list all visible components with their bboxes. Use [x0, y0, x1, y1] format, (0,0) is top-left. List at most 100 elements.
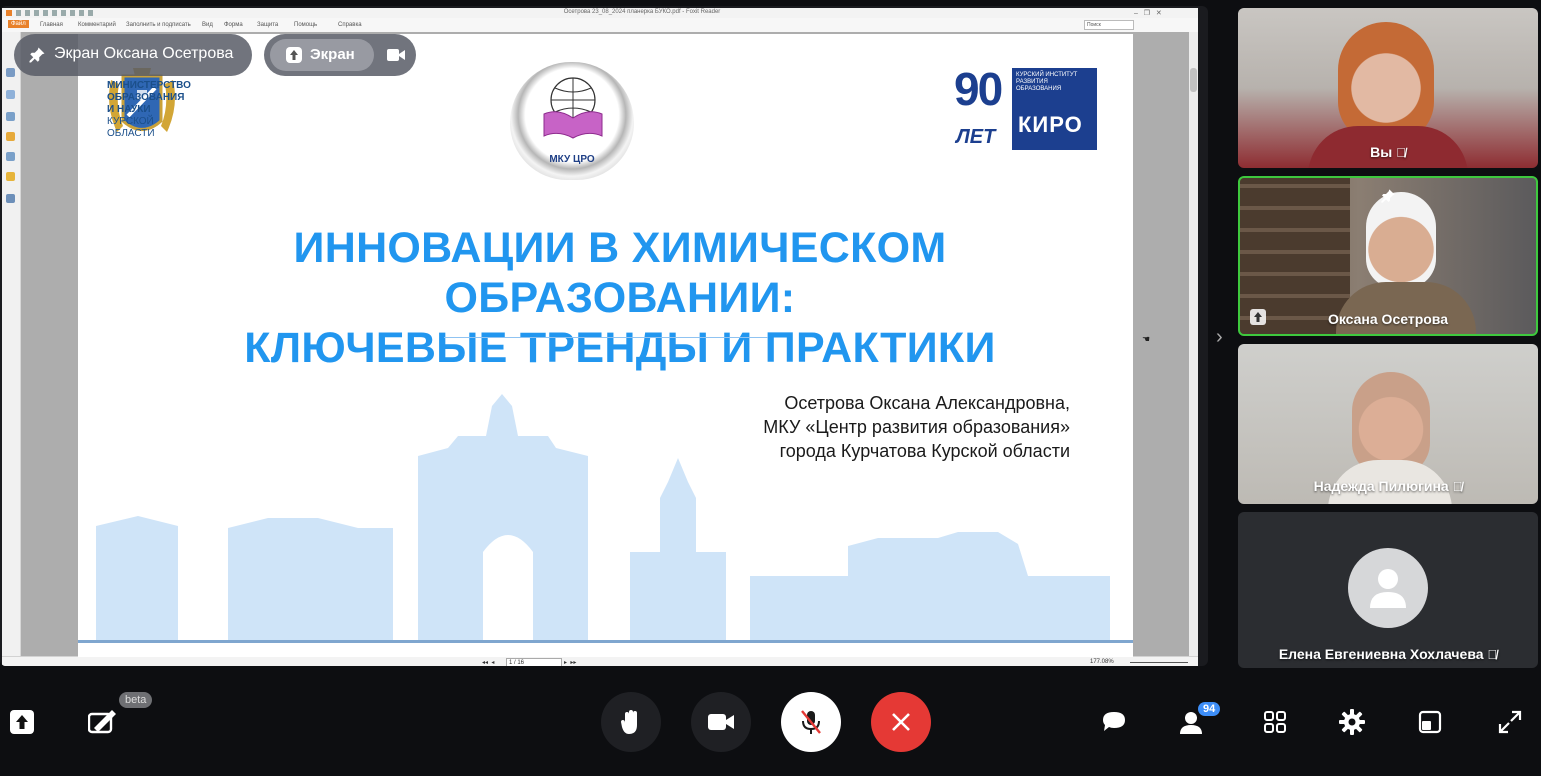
search-input[interactable]: Поиск: [1084, 20, 1134, 30]
ministry-line-2: ОБРАЗОВАНИЯ: [107, 92, 185, 103]
region-line-2: ОБЛАСТИ: [107, 128, 155, 139]
author-location: города Курчатова Курской области: [779, 441, 1070, 461]
participant-video-body: [1336, 282, 1476, 334]
microphone-button[interactable]: [781, 692, 841, 752]
kiro-name: КИРО: [1018, 112, 1083, 137]
mic-muted-icon: [801, 710, 821, 734]
kiro-logo: 90 ЛЕТ КУРСКИЙ ИНСТИТУТ РАЗВИТИЯ ОБРАЗОВ…: [954, 63, 1097, 152]
title-separator: [444, 337, 768, 338]
beta-badge: beta: [119, 692, 153, 708]
mic-off-icon: 🎙̸: [1396, 145, 1406, 160]
pinned-screen-chip[interactable]: Экран Оксана Осетрова: [14, 34, 252, 76]
hand-icon: [621, 710, 637, 734]
lock-icon[interactable]: [6, 172, 15, 181]
avatar: [1348, 548, 1428, 628]
participant-name: Елена Евгениевна Хохлачева: [1278, 646, 1484, 662]
tab-file[interactable]: Файл: [8, 20, 29, 28]
pages-icon[interactable]: [6, 68, 15, 77]
globe-book-icon: [543, 77, 603, 139]
quick-tools-icons[interactable]: [16, 10, 96, 16]
chevron-right-icon[interactable]: ›: [1216, 326, 1223, 349]
nav-next-icons[interactable]: ▸ ▸▸: [564, 659, 576, 666]
attachments-icon[interactable]: [6, 152, 15, 161]
page-number-field[interactable]: 1 / 16: [506, 658, 562, 666]
participant-tile-nadezhda[interactable]: Надежда Пилюгина 🎙̸: [1238, 344, 1538, 504]
pip-button[interactable]: [1418, 710, 1442, 739]
share-screen-icon: [286, 47, 302, 63]
pinned-screen-label: Экран Оксана Осетрова: [54, 45, 234, 62]
layout-button[interactable]: [1263, 710, 1287, 739]
window-title: Осетрова 23_08_2024 планерка БУКО.pdf - …: [563, 9, 721, 15]
share-screen-button[interactable]: [10, 710, 34, 734]
participant-name-row: Елена Евгениевна Хохлачева 🎙̸: [1238, 646, 1538, 662]
nav-prev-icons[interactable]: ◂◂ ◂: [482, 659, 494, 666]
tab-form[interactable]: Форма: [224, 22, 243, 28]
ministry-line-3: И НАУКИ: [107, 104, 151, 115]
camera-icon[interactable]: [386, 47, 406, 63]
screen-button-label: Экран: [310, 46, 355, 63]
participant-video: [1366, 192, 1436, 288]
participant-name-row: Вы 🎙̸: [1238, 144, 1538, 160]
participant-tile-self[interactable]: Вы 🎙̸: [1238, 8, 1538, 168]
kiro-years: ЛЕТ: [956, 126, 996, 148]
title-line-2: КЛЮЧЕВЫЕ ТРЕНДЫ И ПРАКТИКИ: [244, 324, 996, 372]
upload-icon: [16, 715, 28, 729]
tab-protect[interactable]: Защита: [257, 22, 278, 28]
center-logo-text: МКУ ЦРО: [549, 154, 595, 165]
kiro-institute-name: КУРСКИЙ ИНСТИТУТ РАЗВИТИЯ ОБРАЗОВАНИЯ: [1016, 72, 1078, 92]
tab-help[interactable]: Помощь: [294, 22, 317, 28]
tab-reference[interactable]: Справка: [338, 22, 362, 28]
comments-icon[interactable]: [6, 132, 15, 141]
whiteboard-pen-icon: [87, 710, 116, 734]
participant-name: Оксана Осетрова: [1327, 311, 1449, 327]
left-tool-panel: [2, 32, 21, 656]
participant-name-row: Надежда Пилюгина 🎙̸: [1238, 478, 1538, 494]
fullscreen-button[interactable]: [1498, 710, 1522, 739]
screen-button[interactable]: Экран: [270, 39, 374, 71]
author-block: Осетрова Оксана Александровна, МКУ «Цент…: [640, 391, 1070, 463]
thumbnails-icon[interactable]: [6, 90, 15, 99]
tab-fill-sign[interactable]: Заполнить и подписать: [126, 22, 191, 28]
window-controls[interactable]: – ❐ ✕: [1134, 9, 1162, 17]
kiro-badge: КУРСКИЙ ИНСТИТУТ РАЗВИТИЯ ОБРАЗОВАНИЯ КИ…: [1012, 68, 1097, 150]
settings-button[interactable]: [1339, 709, 1365, 740]
vertical-scrollbar[interactable]: [1189, 32, 1198, 656]
camera-button[interactable]: [691, 692, 751, 752]
ministry-name: МИНИСТЕРСТВО ОБРАЗОВАНИЯ И НАУКИ КУРСКОЙ…: [107, 80, 191, 140]
slide-title: ИННОВАЦИИ В ХИМИЧЕСКОМ ОБРАЗОВАНИИ: КЛЮЧ…: [120, 223, 1120, 373]
pin-icon: [29, 47, 45, 63]
zoom-value[interactable]: 177.08%: [1090, 659, 1114, 665]
cursor-icon: ☚: [1142, 334, 1151, 344]
mic-off-icon: 🎙̸: [1487, 647, 1498, 662]
title-line-1: ИННОВАЦИИ В ХИМИЧЕСКОМ ОБРАЗОВАНИИ:: [293, 224, 947, 322]
foxit-logo-icon: [6, 10, 12, 16]
mku-cro-logo: МКУ ЦРО: [510, 62, 634, 180]
expand-icon: [1498, 710, 1522, 734]
video-camera-icon: [708, 714, 734, 730]
end-call-button[interactable]: [871, 692, 931, 752]
scrollbar-thumb[interactable]: [1190, 68, 1197, 92]
grid-icon: [1264, 711, 1286, 733]
user-icon: [1370, 569, 1406, 608]
pin-icon[interactable]: [1380, 188, 1396, 204]
participant-video: [1338, 22, 1434, 142]
bookmarks-icon[interactable]: [6, 112, 15, 121]
participant-tile-oksana[interactable]: Оксана Осетрова: [1238, 176, 1538, 336]
shared-screen: Осетрова 23_08_2024 планерка БУКО.pdf - …: [0, 6, 1208, 666]
chat-button[interactable]: [1101, 710, 1127, 739]
participants-count-badge: 94: [1198, 702, 1221, 716]
zoom-slider[interactable]: [1130, 662, 1188, 663]
gear-icon: [1339, 709, 1365, 735]
ministry-line-1: МИНИСТЕРСТВО: [107, 80, 191, 91]
whiteboard-button[interactable]: [87, 708, 118, 741]
raise-hand-button[interactable]: [601, 692, 661, 752]
tab-comment[interactable]: Комментарий: [78, 22, 116, 28]
tab-home[interactable]: Главная: [40, 22, 63, 28]
participant-name: Вы: [1370, 144, 1393, 160]
tab-view[interactable]: Вид: [202, 22, 213, 28]
layers-icon[interactable]: [6, 194, 15, 203]
author-name: Осетрова Оксана Александровна,: [784, 393, 1070, 413]
participant-tile-elena[interactable]: Елена Евгениевна Хохлачева 🎙̸: [1238, 512, 1538, 668]
picture-in-picture-icon: [1418, 710, 1442, 734]
next-slide-peek: [78, 640, 1133, 657]
